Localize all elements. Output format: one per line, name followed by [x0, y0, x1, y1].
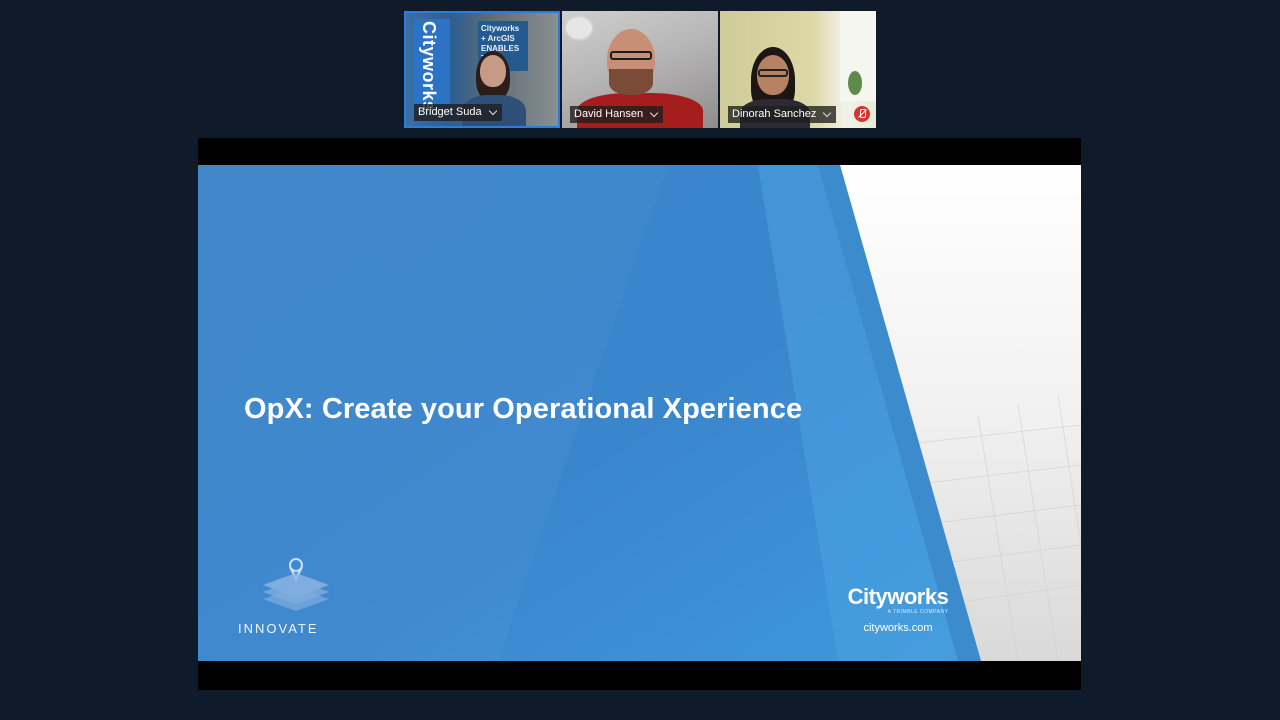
- participant-name-tag[interactable]: David Hansen: [570, 106, 664, 123]
- poster-line: Cityworks: [481, 24, 520, 33]
- participant-tile-bridget[interactable]: Cityworks Cityworks + ArcGIS ENABLES THE…: [404, 11, 560, 128]
- meeting-window: Cityworks Cityworks + ArcGIS ENABLES THE…: [0, 0, 1280, 720]
- chevron-down-icon[interactable]: [488, 106, 497, 116]
- participant-tile-dinorah[interactable]: Dinorah Sanchez: [720, 11, 876, 128]
- participant-name: Dinorah Sanchez: [732, 108, 817, 120]
- innovate-logo: INNOVATE: [228, 555, 348, 645]
- participant-name-tag[interactable]: Bridget Suda: [414, 104, 502, 121]
- cityworks-brand: Cityworks A TRIMBLE COMPANY cityworks.co…: [838, 584, 958, 635]
- slide-title: OpX: Create your Operational Xperience: [244, 393, 803, 425]
- chevron-down-icon[interactable]: [823, 108, 832, 118]
- event-logo-text: INNOVATE: [238, 621, 319, 636]
- microphone-muted-icon: [854, 106, 870, 122]
- participant-name-tag[interactable]: Dinorah Sanchez: [728, 106, 837, 123]
- chevron-down-icon[interactable]: [649, 108, 659, 118]
- backdrop-banner-text: Cityworks: [419, 21, 439, 112]
- participant-name: David Hansen: [574, 108, 644, 120]
- brand-url: cityworks.com: [863, 622, 933, 634]
- participant-name: Bridget Suda: [418, 106, 482, 118]
- presentation-slide: OpX: Create your Operational Xperience I…: [198, 165, 1081, 661]
- participant-tile-david[interactable]: David Hansen: [562, 11, 718, 128]
- shared-screen: OpX: Create your Operational Xperience I…: [198, 138, 1081, 690]
- brand-tagline: A TRIMBLE COMPANY: [887, 609, 949, 615]
- brand-name: Cityworks: [847, 584, 949, 609]
- map-layers-icon: [263, 558, 329, 611]
- poster-line: + ArcGIS: [481, 34, 515, 43]
